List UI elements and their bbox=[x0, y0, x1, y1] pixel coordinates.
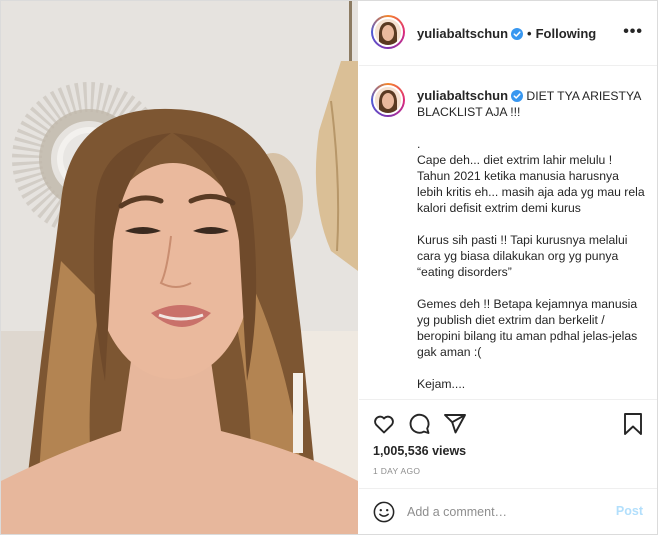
caption-section: yuliabaltschun DIET TYA ARIESTYA BLACKLI… bbox=[359, 66, 657, 398]
comment-input[interactable] bbox=[407, 502, 597, 522]
separator-dot: • bbox=[527, 26, 532, 41]
post-sidebar: yuliabaltschun • Following ••• yuliabaltsc… bbox=[359, 1, 657, 534]
caption-first-line: yuliabaltschun DIET TYA ARIESTYA BLACKLI… bbox=[417, 88, 647, 120]
post-timestamp[interactable]: 1 DAY AGO bbox=[373, 466, 420, 476]
like-heart-icon[interactable] bbox=[372, 412, 396, 436]
avatar-image bbox=[373, 17, 403, 47]
emoji-smiley-icon[interactable] bbox=[373, 501, 395, 523]
username-link[interactable]: yuliabaltschun bbox=[417, 26, 508, 41]
caption-paragraph: . bbox=[417, 137, 421, 151]
caption-paragraph: Kurus sih pasti !! Tapi kurusnya melalui… bbox=[417, 233, 628, 279]
post-video[interactable] bbox=[1, 1, 358, 534]
caption-paragraph: Gemes deh !! Betapa kejamnya manusia yg … bbox=[417, 297, 638, 359]
following-button[interactable]: Following bbox=[536, 26, 597, 41]
post-header: yuliabaltschun • Following ••• bbox=[359, 1, 657, 66]
save-bookmark-icon[interactable] bbox=[622, 412, 644, 436]
post-comment-button[interactable]: Post bbox=[616, 504, 643, 518]
verified-badge-icon bbox=[511, 90, 524, 102]
share-send-icon[interactable] bbox=[443, 412, 467, 436]
caption-avatar[interactable] bbox=[371, 83, 405, 117]
verified-badge-icon bbox=[511, 28, 524, 40]
caption-text: yuliabaltschun DIET TYA ARIESTYA BLACKLI… bbox=[417, 88, 647, 392]
comment-bar: Post bbox=[359, 488, 657, 534]
view-count[interactable]: 1,005,536 views bbox=[373, 444, 466, 458]
avatar-image bbox=[373, 85, 403, 115]
caption-paragraph: Cape deh... diet extrim lahir melulu ! T… bbox=[417, 153, 645, 215]
comment-bubble-icon[interactable] bbox=[407, 412, 431, 436]
action-bar: 1,005,536 views 1 DAY AGO bbox=[359, 399, 657, 500]
header-user: yuliabaltschun • Following bbox=[417, 26, 596, 41]
more-options-icon[interactable]: ••• bbox=[623, 23, 643, 41]
avatar[interactable] bbox=[371, 15, 405, 49]
caption-paragraph: Kejam.... bbox=[417, 377, 466, 391]
post-dialog: yuliabaltschun • Following ••• yuliabaltsc… bbox=[0, 0, 658, 535]
video-frame-illustration bbox=[1, 1, 358, 534]
caption-username-link[interactable]: yuliabaltschun bbox=[417, 88, 508, 103]
